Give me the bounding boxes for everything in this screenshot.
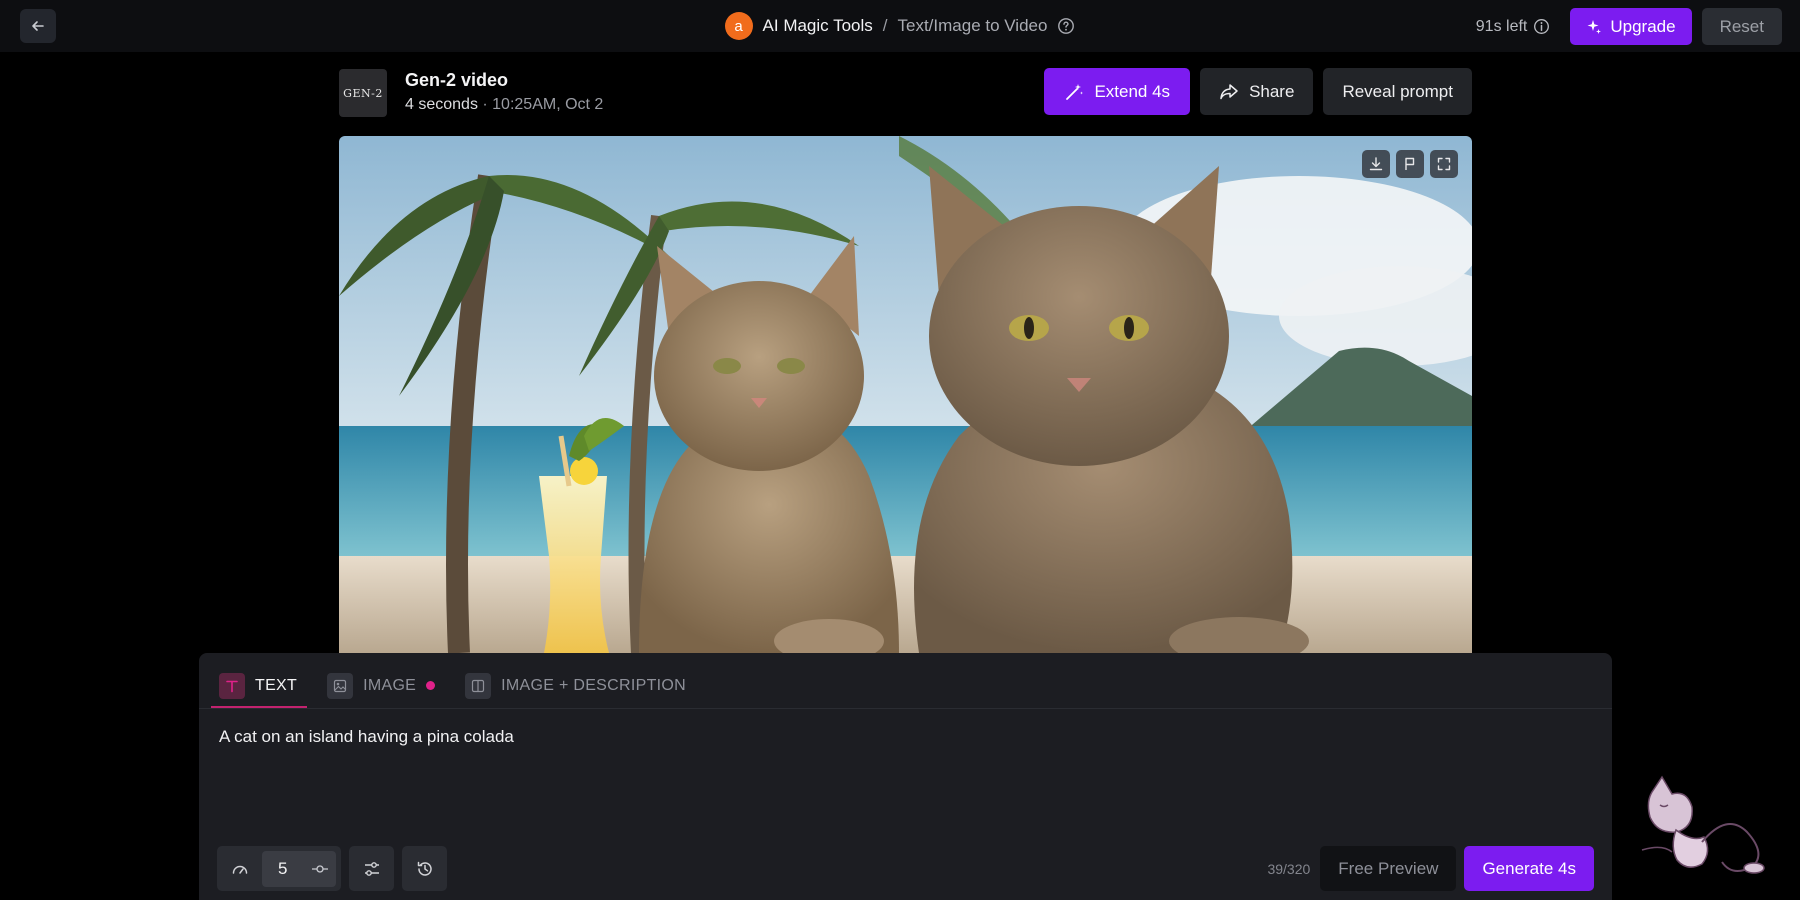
seed-control: 5 [217, 846, 341, 891]
brand-avatar: a [724, 12, 753, 40]
generate-actions: 39/320 Free Preview Generate 4s [1267, 846, 1594, 891]
video-title: Gen-2 video [405, 70, 509, 90]
history-icon [417, 861, 432, 876]
video-frame-image [339, 136, 1472, 653]
motion-value-field[interactable]: 5 [262, 850, 336, 887]
download-icon [1369, 157, 1383, 171]
generation-settings: 5 [217, 846, 447, 891]
breadcrumb-ai-magic-tools[interactable]: AI Magic Tools [763, 16, 873, 36]
generate-button[interactable]: Generate 4s [1464, 846, 1594, 891]
prompt-input[interactable]: A cat on an island having a pina colada [219, 727, 1579, 827]
new-indicator-dot [426, 681, 436, 690]
upgrade-button[interactable]: Upgrade [1570, 8, 1692, 45]
tab-text-label: TEXT [255, 676, 298, 694]
prompt-panel: TEXT IMAGE IMAGE + DESCRIPTION A cat on … [199, 653, 1612, 900]
share-button[interactable]: Share [1200, 68, 1314, 115]
free-preview-button[interactable]: Free Preview [1320, 846, 1457, 891]
time-left-text: 91s left [1475, 17, 1528, 35]
breadcrumb-current-page: Text/Image to Video [897, 16, 1048, 35]
video-timestamp: 10:25AM, Oct 2 [492, 96, 604, 113]
video-duration: 4 seconds [405, 96, 478, 113]
tab-image-label: IMAGE [363, 676, 417, 694]
image-mode-icon [327, 672, 354, 699]
video-meta: 4 seconds · 10:25AM, Oct 2 [405, 96, 603, 114]
reveal-prompt-button[interactable]: Reveal prompt [1323, 68, 1472, 115]
video-preview[interactable] [339, 136, 1472, 653]
flag-button[interactable] [1396, 150, 1424, 178]
video-actions: Extend 4s Share Reveal prompt [1044, 68, 1472, 115]
sparkle-icon [1587, 19, 1602, 34]
slider-handle-icon [312, 864, 328, 873]
tab-image-description-label: IMAGE + DESCRIPTION [501, 676, 686, 694]
meta-separator: · [477, 96, 493, 113]
fullscreen-button[interactable] [1430, 150, 1458, 178]
top-bar: a AI Magic Tools / Text/Image to Video 9… [0, 0, 1800, 52]
panel-divider [199, 708, 1612, 709]
fullscreen-icon [1437, 157, 1451, 171]
video-controls [1362, 150, 1458, 178]
share-icon [1220, 83, 1238, 99]
tab-image-description[interactable]: IMAGE + DESCRIPTION [457, 663, 696, 708]
top-right-actions: 91s left Upgrade Reset [1476, 8, 1782, 45]
extend-button[interactable]: Extend 4s [1044, 68, 1191, 115]
info-circle-icon[interactable] [1533, 18, 1550, 35]
tab-text[interactable]: TEXT [211, 663, 308, 708]
magic-wand-icon [1066, 83, 1084, 100]
flag-icon [1405, 157, 1415, 170]
reset-button[interactable]: Reset [1701, 8, 1782, 45]
tab-image[interactable]: IMAGE [319, 663, 445, 708]
time-left: 91s left [1476, 18, 1551, 36]
sliders-icon [364, 861, 379, 876]
history-button[interactable] [402, 846, 447, 891]
image-description-mode-icon [465, 672, 492, 699]
download-button[interactable] [1362, 150, 1390, 178]
text-mode-icon [219, 672, 245, 699]
question-circle-icon[interactable] [1057, 17, 1075, 35]
speed-button[interactable] [222, 851, 258, 887]
gen2-logo: GEN-2 [339, 69, 387, 117]
motion-value: 5 [278, 858, 288, 878]
advanced-settings-button[interactable] [349, 846, 394, 891]
character-count: 39/320 [1267, 860, 1311, 877]
mew-mascot-icon [1641, 775, 1765, 874]
share-label: Share [1249, 81, 1295, 101]
extend-label: Extend 4s [1094, 81, 1171, 101]
mode-tabs: TEXT IMAGE IMAGE + DESCRIPTION [211, 663, 708, 708]
breadcrumb-separator: / [882, 16, 888, 35]
speedometer-icon [232, 865, 248, 874]
video-header: GEN-2 Gen-2 video 4 seconds · 10:25AM, O… [339, 68, 1472, 118]
upgrade-label: Upgrade [1610, 16, 1676, 36]
